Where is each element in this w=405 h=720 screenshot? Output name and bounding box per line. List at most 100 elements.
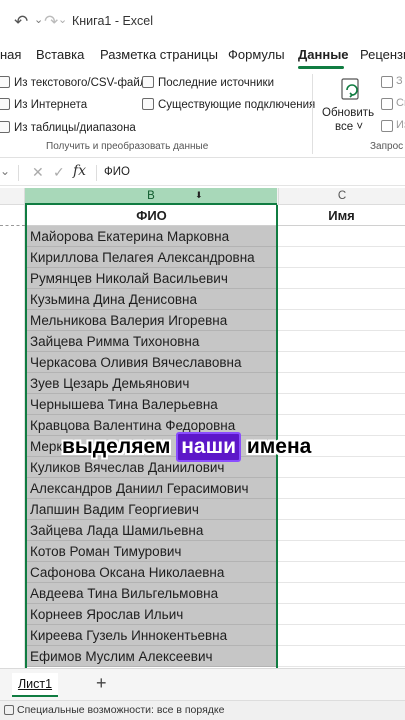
caption-highlight: наши <box>176 432 241 462</box>
accessibility-status[interactable]: Специальные возможности: все в порядке <box>17 704 224 716</box>
table-row[interactable]: Киреева Гузель Иннокентьевна <box>27 625 276 646</box>
column-header-b[interactable]: B <box>25 188 277 205</box>
column-select-cursor-icon: ⬇ <box>195 190 203 200</box>
cell-c-row[interactable] <box>278 645 405 646</box>
cell-c-row[interactable] <box>278 561 405 562</box>
sheet-tab-1[interactable]: Лист1 <box>12 673 58 697</box>
from-text-csv-button[interactable]: Из текстового/CSV-файла <box>0 76 153 89</box>
web-icon <box>0 98 10 110</box>
sheet-tab-bar: Лист1 + <box>0 668 405 700</box>
status-bar: Специальные возможности: все в порядке <box>0 700 405 720</box>
queries-icon[interactable] <box>381 76 393 88</box>
redo-dropdown-icon[interactable]: ⌄ <box>58 13 67 26</box>
table-row[interactable]: Зайцева Лада Шамильевна <box>27 520 276 541</box>
recent-sources-icon <box>142 76 154 88</box>
get-transform-group-label: Получить и преобразовать данные <box>46 141 209 152</box>
cell-c-row[interactable] <box>278 414 405 415</box>
table-row[interactable]: Чернышева Тина Валерьевна <box>27 394 276 415</box>
cancel-icon[interactable]: ✕ <box>32 164 44 181</box>
cell-c-row[interactable] <box>278 351 405 352</box>
table-row[interactable]: Котов Роман Тимурович <box>27 541 276 562</box>
table-row[interactable]: Мельникова Валерия Игоревна <box>27 310 276 331</box>
cell-c-row[interactable] <box>278 330 405 331</box>
table-row[interactable]: Лапшин Вадим Георгиевич <box>27 499 276 520</box>
name-box-dropdown-icon[interactable]: ⌄ <box>0 164 10 178</box>
refresh-all-button[interactable]: Обновить <box>322 107 374 119</box>
window-title: Книга1 - Excel <box>72 14 154 28</box>
cell-c1-header[interactable]: Имя <box>278 205 405 226</box>
table-row[interactable]: Кузьмина Дина Денисовна <box>27 289 276 310</box>
refresh-all-icon[interactable] <box>338 76 364 102</box>
formula-bar: ⌄ ✕ ✓ fx ФИО <box>0 160 405 186</box>
table-row[interactable]: Зайцева Римма Тихоновна <box>27 331 276 352</box>
cell-c-row[interactable] <box>278 603 405 604</box>
title-bar: ↶ ⌄ ↷ ⌄ Книга1 - Excel <box>0 0 405 42</box>
table-row[interactable]: Авдеева Тина Вильгельмовна <box>27 583 276 604</box>
tab-insert[interactable]: Вставка <box>36 47 84 62</box>
caption-text-after: имена <box>241 435 312 458</box>
cell-c-row[interactable] <box>278 540 405 541</box>
tab-home[interactable]: ная <box>0 47 21 62</box>
table-icon <box>0 121 10 133</box>
table-row[interactable]: Румянцев Николай Васильевич <box>27 268 276 289</box>
undo-dropdown-icon[interactable]: ⌄ <box>34 13 43 26</box>
cell-c-row[interactable] <box>278 288 405 289</box>
properties-label-clipped: Св <box>396 97 405 109</box>
cell-c-row[interactable] <box>278 309 405 310</box>
tab-review[interactable]: Рецензи <box>360 47 405 62</box>
cell-c-row[interactable] <box>278 477 405 478</box>
refresh-all-dropdown[interactable]: все ˅ <box>335 121 363 133</box>
tab-formulas[interactable]: Формулы <box>228 47 285 62</box>
accessibility-icon[interactable] <box>4 705 14 715</box>
connections-icon <box>142 98 154 110</box>
recent-sources-button[interactable]: Последние источники <box>142 76 274 89</box>
undo-icon[interactable]: ↶ <box>14 12 28 32</box>
table-row[interactable]: Александров Даниил Герасимович <box>27 478 276 499</box>
existing-connections-button[interactable]: Существующие подключения <box>142 98 315 111</box>
cell-c-row[interactable] <box>278 519 405 520</box>
formula-bar-separator <box>18 165 19 181</box>
cell-c-row[interactable] <box>278 498 405 499</box>
column-header-a[interactable] <box>0 188 25 205</box>
active-tab-indicator <box>298 66 344 69</box>
ribbon-tabs: ная Вставка Разметка страницы Формулы Да… <box>0 44 405 68</box>
from-table-button[interactable]: Из таблицы/диапазона <box>0 121 136 134</box>
cell-c-row[interactable] <box>278 582 405 583</box>
column-a-cells[interactable] <box>0 205 25 668</box>
redo-icon[interactable]: ↷ <box>44 12 58 32</box>
table-row[interactable]: Черкасова Оливия Вячеславовна <box>27 352 276 373</box>
cell-c-row[interactable] <box>278 666 405 667</box>
tab-page-layout[interactable]: Разметка страницы <box>100 47 218 62</box>
text-file-icon <box>0 76 10 88</box>
ribbon-separator <box>312 74 313 154</box>
ribbon-panel: Из текстового/CSV-файла Из Интернета Из … <box>0 70 405 158</box>
from-web-button[interactable]: Из Интернета <box>0 98 87 111</box>
formula-bar-separator-2 <box>96 165 97 181</box>
cell-c-row[interactable] <box>278 624 405 625</box>
cell-c-row[interactable] <box>278 393 405 394</box>
tab-data[interactable]: Данные <box>298 47 349 62</box>
table-row[interactable]: Ефимов Муслим Алексеевич <box>27 646 276 667</box>
column-header-c[interactable]: C <box>278 188 405 205</box>
add-sheet-icon[interactable]: + <box>96 673 107 694</box>
insert-function-icon[interactable]: fx <box>73 163 86 179</box>
cell-b1-header[interactable]: ФИО <box>27 205 276 226</box>
queries-label-clipped: З <box>396 75 403 87</box>
table-row[interactable]: Зуев Цезарь Демьянович <box>27 373 276 394</box>
queries-group-label: Запрос <box>370 141 404 152</box>
properties-icon[interactable] <box>381 98 393 110</box>
table-row[interactable]: Кириллова Пелагея Александровна <box>27 247 276 268</box>
caption-text-before: выделяем <box>62 435 177 458</box>
video-caption: выделяем наши имена <box>62 431 311 463</box>
edit-links-icon[interactable] <box>381 120 393 132</box>
table-row[interactable]: Сафонова Оксана Николаевна <box>27 562 276 583</box>
edit-links-label-clipped: Из <box>396 119 405 131</box>
formula-input[interactable]: ФИО <box>104 166 130 178</box>
copy-marquee <box>0 225 25 226</box>
cell-c-row[interactable] <box>278 246 405 247</box>
cell-c-row[interactable] <box>278 372 405 373</box>
cell-c-row[interactable] <box>278 267 405 268</box>
table-row[interactable]: Майорова Екатерина Марковна <box>27 226 276 247</box>
table-row[interactable]: Корнеев Ярослав Ильич <box>27 604 276 625</box>
enter-icon[interactable]: ✓ <box>53 164 65 181</box>
